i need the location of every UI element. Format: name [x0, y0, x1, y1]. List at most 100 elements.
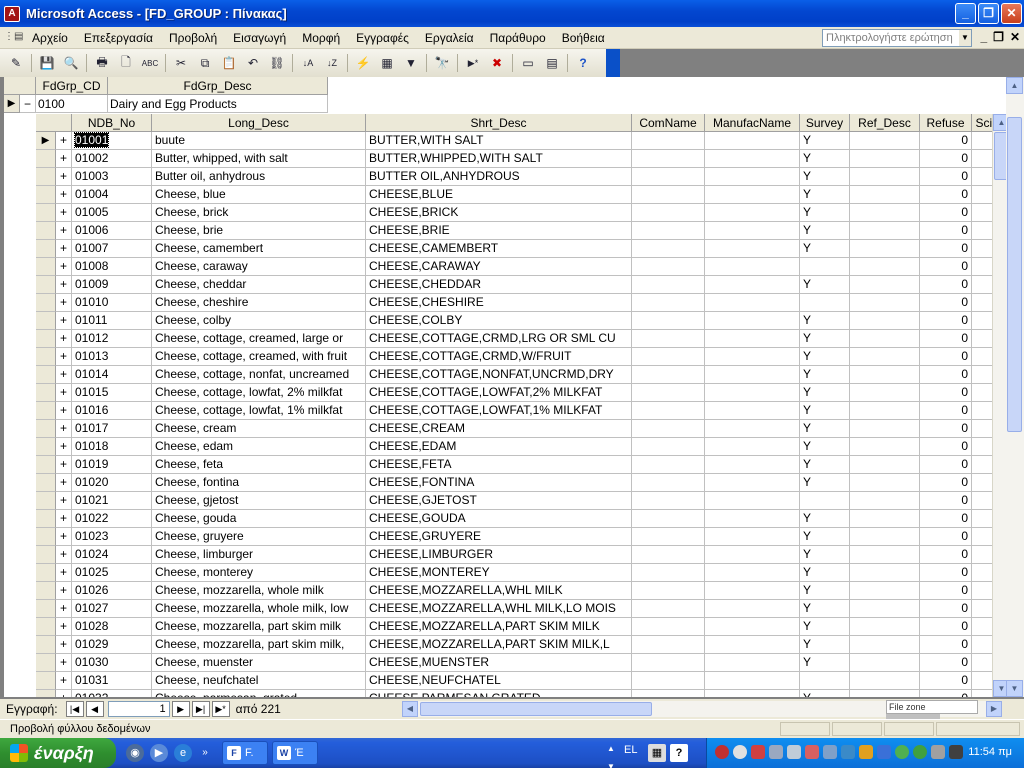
datasheet-vertical-scrollbar[interactable]: ▲ ▼ [1006, 77, 1024, 697]
cell-survey[interactable] [800, 672, 850, 690]
new-record-button[interactable]: ▶* [211, 701, 230, 717]
parent-row-selector[interactable]: ▶ [4, 95, 20, 113]
doc-restore-button[interactable]: ❐ [993, 30, 1004, 44]
collapse-subdatasheet-icon[interactable]: − [20, 95, 36, 113]
media-player-icon[interactable]: ▶ [150, 744, 168, 762]
row-selector[interactable] [36, 186, 56, 204]
row-selector[interactable] [36, 240, 56, 258]
tray-app-icon[interactable] [949, 745, 963, 759]
table-row[interactable]: +01030 Cheese, muenster CHEESE,MUENSTER Y 0 [36, 654, 1006, 672]
cell-ndb-no[interactable]: 01003 [72, 168, 152, 186]
cell-ndb-no[interactable]: 01008 [72, 258, 152, 276]
cell-ndb-no[interactable]: 01023 [72, 528, 152, 546]
cell-shrt-desc[interactable]: CHEESE,MUENSTER [366, 654, 632, 672]
row-selector[interactable] [36, 150, 56, 168]
cell-ref-desc[interactable] [850, 528, 920, 546]
cell-survey[interactable]: Y [800, 546, 850, 564]
cell-ndb-no[interactable]: 01031 [72, 672, 152, 690]
expand-row-icon[interactable]: + [56, 654, 72, 672]
row-selector[interactable] [36, 690, 56, 697]
menu-tools[interactable]: Εργαλεία [417, 31, 482, 45]
cell-manufacname[interactable] [705, 654, 800, 672]
cell-survey[interactable] [800, 294, 850, 312]
cell-long-desc[interactable]: Cheese, cheddar [152, 276, 366, 294]
cell-shrt-desc[interactable]: BUTTER OIL,ANHYDROUS [366, 168, 632, 186]
cell-ref-desc[interactable] [850, 510, 920, 528]
table-row[interactable]: +01012 Cheese, cottage, creamed, large or… [36, 330, 1006, 348]
undo-icon[interactable]: ↶ [242, 52, 264, 74]
cell-comname[interactable] [632, 168, 705, 186]
cell-long-desc[interactable]: Cheese, brie [152, 222, 366, 240]
doc-minimize-button[interactable]: _ [980, 30, 987, 44]
cell-comname[interactable] [632, 510, 705, 528]
cell-shrt-desc[interactable]: CHEESE,COTTAGE,CRMD,LRG OR SML CU [366, 330, 632, 348]
cell-survey[interactable]: Y [800, 438, 850, 456]
cell-refuse[interactable]: 0 [920, 438, 972, 456]
cell-shrt-desc[interactable]: CHEESE,CREAM [366, 420, 632, 438]
cell-shrt-desc[interactable]: CHEESE,MOZZARELLA,WHL MILK,LO MOIS [366, 600, 632, 618]
cell-comname[interactable] [632, 402, 705, 420]
new-record-icon[interactable]: ▶* [462, 52, 484, 74]
cell-survey[interactable]: Y [800, 474, 850, 492]
cell-ndb-no[interactable]: 01001 [72, 132, 152, 150]
cell-survey[interactable]: Y [800, 186, 850, 204]
row-selector[interactable] [36, 438, 56, 456]
cell-long-desc[interactable]: Cheese, caraway [152, 258, 366, 276]
row-selector[interactable] [36, 168, 56, 186]
cell-ref-desc[interactable] [850, 150, 920, 168]
restore-button[interactable]: ❐ [978, 3, 999, 24]
cell-ndb-no[interactable]: 01007 [72, 240, 152, 258]
scroll-up-icon[interactable]: ▲ [1006, 77, 1023, 94]
cell-survey[interactable]: Y [800, 240, 850, 258]
row-selector[interactable] [36, 384, 56, 402]
cell-refuse[interactable]: 0 [920, 510, 972, 528]
expand-row-icon[interactable]: + [56, 384, 72, 402]
cell-manufacname[interactable] [705, 582, 800, 600]
cell-ndb-no[interactable]: 01027 [72, 600, 152, 618]
cell-ref-desc[interactable] [850, 672, 920, 690]
cell-manufacname[interactable] [705, 132, 800, 150]
cell-long-desc[interactable]: Cheese, gjetost [152, 492, 366, 510]
tray-app-icon[interactable] [931, 745, 945, 759]
cell-ndb-no[interactable]: 01020 [72, 474, 152, 492]
cell-comname[interactable] [632, 366, 705, 384]
tray-app-icon[interactable] [751, 745, 765, 759]
cell-shrt-desc[interactable]: CHEESE,COTTAGE,LOWFAT,1% MILKFAT [366, 402, 632, 420]
cell-manufacname[interactable] [705, 168, 800, 186]
cell-comname[interactable] [632, 546, 705, 564]
cell-shrt-desc[interactable]: CHEESE,CHEDDAR [366, 276, 632, 294]
expand-row-icon[interactable]: + [56, 312, 72, 330]
cell-manufacname[interactable] [705, 546, 800, 564]
cell-shrt-desc[interactable]: CHEESE,CARAWAY [366, 258, 632, 276]
print-icon[interactable]: 🖶 [91, 52, 113, 74]
cell-refuse[interactable]: 0 [920, 618, 972, 636]
table-row[interactable]: +01031 Cheese, neufchatel CHEESE,NEUFCHATE… [36, 672, 1006, 690]
column-header-long-desc[interactable]: Long_Desc [152, 114, 366, 132]
cell-survey[interactable]: Y [800, 222, 850, 240]
sort-descending-icon[interactable]: ↓Z [321, 52, 343, 74]
row-selector[interactable] [36, 402, 56, 420]
cell-comname[interactable] [632, 672, 705, 690]
scroll-thumb[interactable] [994, 132, 1006, 180]
cell-manufacname[interactable] [705, 276, 800, 294]
cell-shrt-desc[interactable]: BUTTER,WITH SALT [366, 132, 632, 150]
column-header-ndb-no[interactable]: NDB_No [72, 114, 152, 132]
cell-comname[interactable] [632, 564, 705, 582]
cell-comname[interactable] [632, 600, 705, 618]
cell-ndb-no[interactable]: 01005 [72, 204, 152, 222]
cell-ndb-no[interactable]: 01014 [72, 366, 152, 384]
cell-ref-desc[interactable] [850, 654, 920, 672]
cell-shrt-desc[interactable]: CHEESE,BRIE [366, 222, 632, 240]
cell-long-desc[interactable]: Cheese, blue [152, 186, 366, 204]
cell-comname[interactable] [632, 492, 705, 510]
access-app-icon[interactable]: A [4, 5, 20, 22]
cell-survey[interactable]: Y [800, 456, 850, 474]
cell-shrt-desc[interactable]: CHEESE,GJETOST [366, 492, 632, 510]
tray-app-icon[interactable] [823, 745, 837, 759]
help-icon[interactable]: ? [572, 52, 594, 74]
cell-manufacname[interactable] [705, 636, 800, 654]
cell-comname[interactable] [632, 618, 705, 636]
cell-manufacname[interactable] [705, 348, 800, 366]
keyboard-icon[interactable]: ▦ [648, 744, 666, 762]
cell-ref-desc[interactable] [850, 474, 920, 492]
